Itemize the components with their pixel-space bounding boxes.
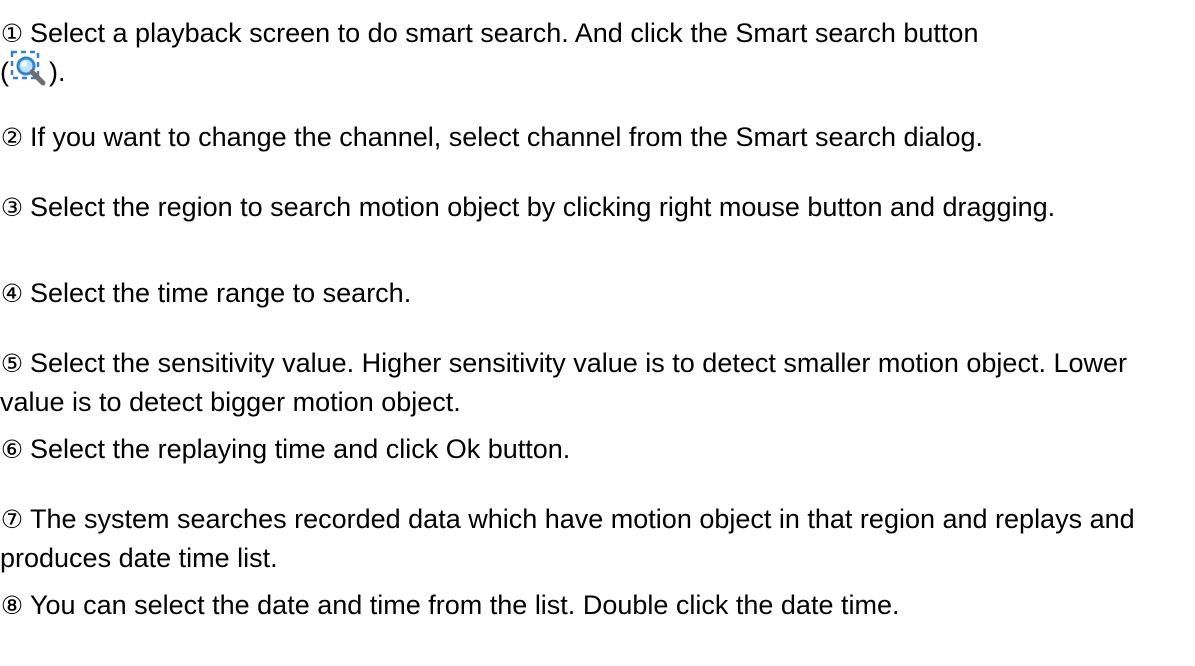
step-1: ① Select a playback screen to do smart se… [0,14,1190,91]
step-text: If you want to change the channel, selec… [30,122,984,152]
step-6: ⑥ Select the replaying time and click Ok … [0,430,1190,469]
step-number: ① [0,19,24,48]
smart-search-icon-graphic [10,50,46,86]
step-text: The system searches recorded data which … [0,504,1135,573]
step-number: ④ [0,279,24,308]
step-8: ⑧ You can select the date and time from t… [0,586,1190,625]
smart-search-icon [9,50,49,91]
step-number: ⑧ [0,591,24,620]
step-2: ② If you want to change the channel, sele… [0,118,1190,157]
step-text: Select the time range to search. [30,278,412,308]
step-number: ⑤ [0,349,24,378]
step-number: ② [0,123,24,152]
step-text: Select the region to search motion objec… [30,192,1056,222]
step-7: ⑦ The system searches recorded data which… [0,500,1190,577]
paren-close: ). [49,57,66,87]
step-text: You can select the date and time from th… [30,590,900,620]
step-number: ⑦ [0,505,24,534]
step-3: ③ Select the region to search motion obje… [0,188,1190,227]
step-text: Select the replaying time and click Ok b… [30,434,571,464]
step-text: Select the sensitivity value. Higher sen… [0,348,1127,417]
step-number: ③ [0,193,24,222]
instruction-document: ① Select a playback screen to do smart se… [0,0,1195,666]
step-number: ⑥ [0,435,24,464]
paren-open: ( [0,57,9,87]
step-5: ⑤ Select the sensitivity value. Higher se… [0,344,1190,421]
step-4: ④ Select the time range to search. [0,274,1190,313]
step-text: Select a playback screen to do smart sea… [30,18,979,48]
